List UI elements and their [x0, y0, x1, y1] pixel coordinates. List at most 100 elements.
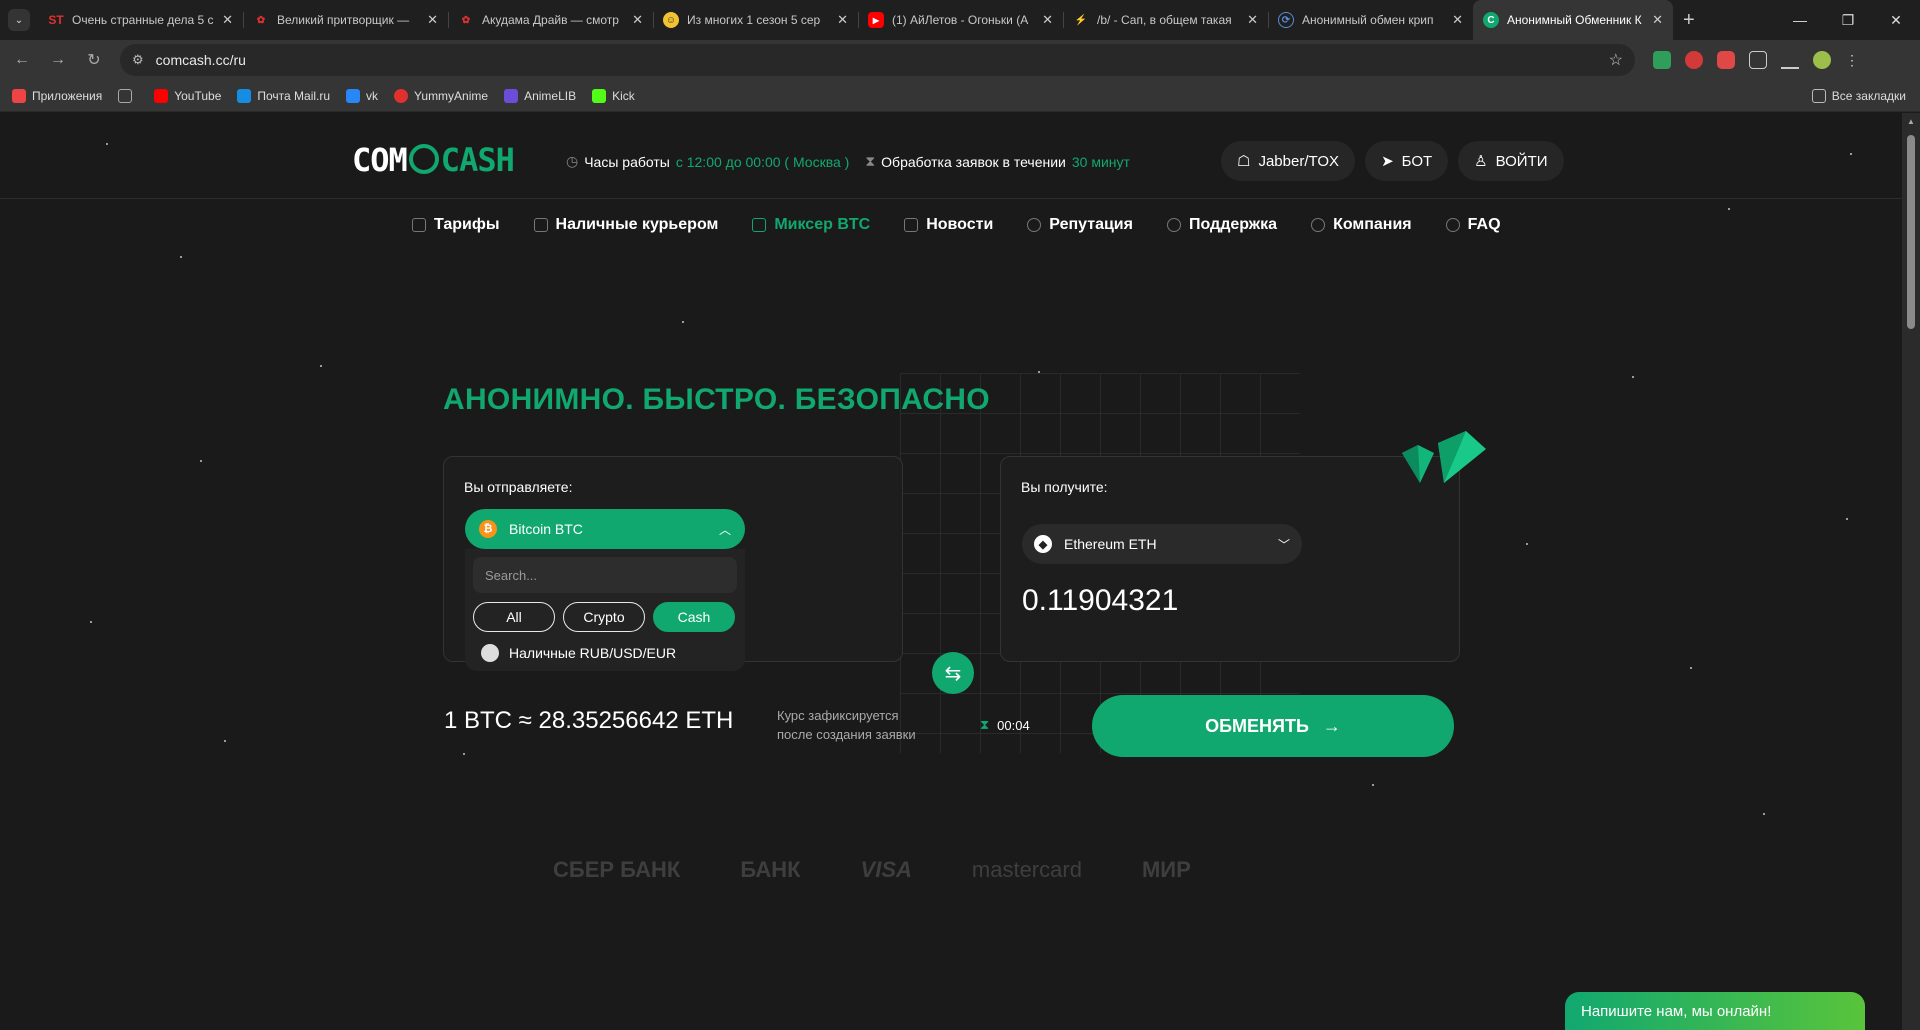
kick-icon — [592, 88, 607, 103]
nav-label: Репутация — [1049, 216, 1133, 233]
scrollbar-thumb[interactable] — [1907, 135, 1915, 329]
new-tab-button[interactable]: + — [1683, 9, 1695, 32]
bookmark-kick[interactable]: Kick — [592, 88, 635, 103]
close-icon[interactable]: ✕ — [1042, 12, 1053, 28]
browser-tab[interactable]: ☺ Из многих 1 сезон 5 сер ✕ — [653, 0, 858, 40]
option-label: Наличные RUB/USD/EUR — [509, 645, 677, 661]
restore-icon[interactable]: ❐ — [1824, 0, 1872, 40]
star-decoration — [463, 753, 465, 755]
chat-widget[interactable]: Напишите нам, мы онлайн! — [1565, 992, 1865, 1030]
extension-icon[interactable] — [1717, 51, 1735, 69]
tab-title: Очень странные дела 5 с — [72, 13, 214, 27]
login-button[interactable]: ♙ ВОЙТИ — [1458, 141, 1564, 181]
bookmark-mail[interactable]: Почта Mail.ru — [237, 88, 330, 103]
bitcoin-icon: ₿ — [479, 520, 497, 538]
exchange-button[interactable]: ОБМЕНЯТЬ → — [1092, 695, 1454, 757]
filter-all[interactable]: All — [473, 602, 555, 632]
rate-fix-note: Курс зафиксируется после создания заявки — [777, 706, 916, 744]
close-icon[interactable]: ✕ — [632, 12, 643, 28]
browser-tab[interactable]: ⟳ Анонимный обмен крип ✕ — [1268, 0, 1473, 40]
nav-label: Миксер BTC — [774, 216, 871, 233]
menu-icon[interactable]: ⋮ — [1845, 51, 1859, 69]
processing-value: 30 минут — [1071, 153, 1130, 170]
bookmark-star-icon[interactable]: ☆ — [1609, 50, 1623, 70]
browser-tab[interactable]: ▶ (1) АйЛетов - Огоньки (А ✕ — [858, 0, 1063, 40]
mastercard-logo: mastercard — [971, 857, 1082, 882]
send-label: Вы отправляете: — [464, 479, 573, 495]
chat-label: Напишите нам, мы онлайн! — [1581, 1002, 1772, 1020]
media-icon[interactable] — [1781, 51, 1799, 69]
swap-button[interactable]: ⇆ — [932, 652, 974, 694]
logo-text-left: COM — [352, 141, 408, 179]
browser-tab[interactable]: ⚡ /b/ - Сап, в общем такая ✕ — [1063, 0, 1268, 40]
nav-item-tariffs[interactable]: Тарифы — [412, 216, 500, 234]
receive-amount: 0.11904321 — [1022, 584, 1179, 617]
all-bookmarks[interactable]: Все закладки — [1811, 88, 1906, 103]
tab-title: Акудама Драйв — смотр — [482, 13, 619, 27]
bookmark-apps[interactable]: Приложения — [12, 88, 102, 103]
site-info-icon[interactable]: ⚙ — [132, 52, 144, 68]
filter-cash[interactable]: Cash — [653, 602, 735, 632]
site-logo[interactable]: COM CASH — [352, 141, 515, 179]
avatar[interactable] — [1813, 51, 1831, 69]
filter-crypto[interactable]: Crypto — [563, 602, 645, 632]
star-decoration — [1690, 667, 1692, 669]
page-scrollbar[interactable]: ▲ — [1902, 113, 1920, 1030]
extension-icon[interactable] — [1685, 51, 1703, 69]
close-icon[interactable]: ✕ — [222, 12, 233, 28]
jabber-tox-button[interactable]: ☖ Jabber/TOX — [1221, 141, 1356, 181]
close-icon[interactable]: ✕ — [1247, 12, 1258, 28]
back-icon[interactable]: ← — [8, 51, 36, 69]
star-decoration — [180, 256, 182, 258]
nav-item-btc-mixer[interactable]: Миксер BTC — [752, 216, 870, 234]
hours-value: с 12:00 до 00:00 ( Москва ) — [675, 153, 850, 170]
nav-item-cash-courier[interactable]: Наличные курьером — [533, 216, 718, 234]
nav-item-news[interactable]: Новости — [904, 216, 993, 234]
close-icon[interactable]: ✕ — [1452, 12, 1463, 28]
star-decoration — [224, 740, 226, 742]
reload-icon[interactable]: ↻ — [80, 50, 108, 70]
receive-currency-select[interactable]: ◆ Ethereum ETH ﹀ — [1022, 524, 1302, 564]
nav-item-support[interactable]: Поддержка — [1166, 216, 1277, 234]
send-currency-select[interactable]: ₿ Bitcoin BTC ︿ — [465, 509, 745, 549]
bookmark-grid[interactable] — [118, 88, 138, 103]
tab-search-button[interactable]: ⌄ — [8, 9, 30, 31]
tab-title: Великий притворщик — — [277, 13, 410, 27]
site-header: COM CASH ◷ Часы работы с 12:00 до 00:00 (… — [0, 113, 1902, 199]
nav-item-faq[interactable]: FAQ — [1445, 216, 1501, 234]
scroll-up-icon[interactable]: ▲ — [1907, 117, 1915, 126]
bookmark-label: vk — [366, 88, 379, 103]
st-logo-icon: ST — [48, 13, 64, 27]
bookmark-youtube[interactable]: YouTube — [154, 88, 221, 103]
nav-item-company[interactable]: Компания — [1311, 216, 1412, 234]
exchange-rate: 1 BTC ≈ 28.35256642 ETH — [444, 707, 734, 734]
currency-dropdown: All Crypto Cash Наличные RUB/USD/EUR — [465, 549, 745, 671]
star-decoration — [1372, 784, 1374, 786]
bookmark-vk[interactable]: vk — [346, 88, 379, 103]
forward-icon[interactable]: → — [44, 51, 72, 69]
star-decoration — [1728, 208, 1730, 210]
close-window-icon[interactable]: ✕ — [1872, 0, 1920, 40]
bookmark-animelib[interactable]: AnimeLIB — [504, 88, 577, 103]
minimize-icon[interactable]: — — [1776, 0, 1824, 40]
address-bar[interactable]: ⚙ comcash.cc/ru ☆ — [120, 44, 1635, 76]
bookmark-label: AnimeLIB — [524, 88, 577, 103]
nav-item-reputation[interactable]: Репутация — [1027, 216, 1133, 234]
browser-tab[interactable]: ✿ Акудама Драйв — смотр ✕ — [448, 0, 653, 40]
browser-tab-active[interactable]: C Анонимный Обменник К ✕ — [1473, 0, 1673, 40]
exchange-icon: ⟳ — [1278, 12, 1294, 28]
bookmarks-bar: Приложения YouTube Почта Mail.ru vk Yumm… — [0, 80, 1920, 112]
close-icon[interactable]: ✕ — [1652, 12, 1663, 28]
currency-option[interactable]: Наличные RUB/USD/EUR — [481, 644, 676, 662]
browser-tab[interactable]: ST Очень странные дела 5 с ✕ — [38, 0, 243, 40]
close-icon[interactable]: ✕ — [837, 12, 848, 28]
extension-icon[interactable] — [1653, 51, 1671, 69]
login-label: ВОЙТИ — [1495, 152, 1548, 170]
browser-tab[interactable]: ✿ Великий притворщик — ✕ — [243, 0, 448, 40]
telegram-icon: ➤ — [1381, 153, 1394, 170]
bookmark-yummyanime[interactable]: YummyAnime — [394, 88, 488, 103]
bot-button[interactable]: ➤ БОТ — [1365, 141, 1449, 181]
puzzle-icon[interactable] — [1749, 51, 1767, 69]
currency-search-input[interactable] — [473, 557, 737, 593]
close-icon[interactable]: ✕ — [427, 12, 438, 28]
